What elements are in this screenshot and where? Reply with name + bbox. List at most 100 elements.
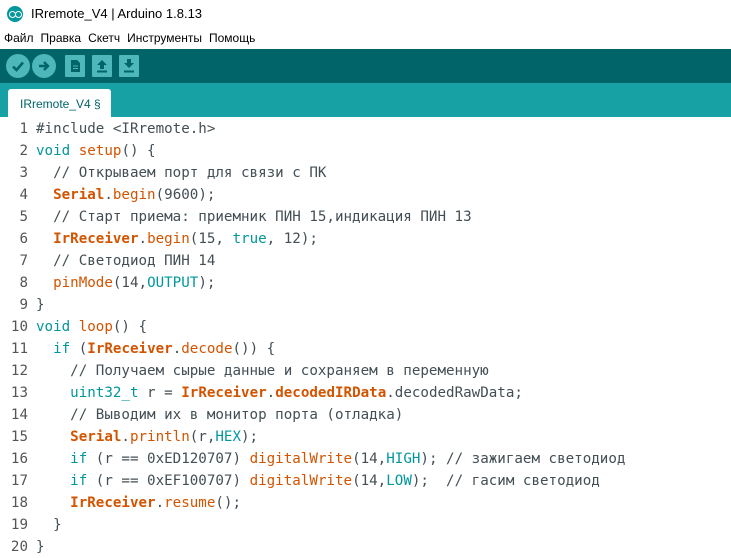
line-number: 10 bbox=[10, 319, 28, 335]
code-token: digitalWrite bbox=[249, 473, 353, 489]
menu-bar: Файл Правка Скетч Инструменты Помощь bbox=[0, 29, 731, 49]
tab-label: IRremote_V4 § bbox=[20, 97, 101, 111]
menu-tools[interactable]: Инструменты bbox=[123, 29, 205, 49]
line-number: 18 bbox=[10, 495, 28, 511]
code-token: println bbox=[129, 429, 190, 445]
code-token: ); bbox=[241, 429, 259, 445]
code-line[interactable]: 15 Serial.println(r,HEX); bbox=[0, 426, 731, 448]
code-text: } bbox=[36, 536, 45, 558]
code-token: IrReceiver bbox=[53, 231, 139, 247]
code-editor[interactable]: 1 #include <IRremote.h> 2 void setup() {3 /… bbox=[0, 117, 731, 557]
code-line[interactable]: 19 } bbox=[0, 514, 731, 536]
code-text: if (r == 0xEF100707) digitalWrite(14,LOW… bbox=[36, 470, 600, 492]
code-token: (r == 0xED120707) bbox=[87, 451, 250, 467]
open-button[interactable] bbox=[92, 55, 112, 77]
code-line[interactable]: 20} bbox=[0, 536, 731, 558]
code-line[interactable]: 17 if (r == 0xEF100707) digitalWrite(14,… bbox=[0, 470, 731, 492]
code-token: (9600); bbox=[155, 187, 216, 203]
code-token: Serial bbox=[53, 187, 105, 203]
line-number: 19 bbox=[10, 517, 28, 533]
save-button[interactable] bbox=[119, 55, 139, 77]
code-line[interactable]: 3 // Открываем порт для связи с ПК bbox=[0, 162, 731, 184]
line-number: 2 bbox=[19, 143, 28, 159]
code-line[interactable]: 4 Serial.begin(9600); bbox=[0, 184, 731, 206]
code-text: IrReceiver.begin(15, true, 12); bbox=[36, 228, 318, 250]
code-token: if bbox=[70, 451, 88, 467]
code-token: (14, bbox=[352, 451, 387, 467]
code-text: void setup() { bbox=[36, 140, 156, 162]
code-text: Serial.println(r,HEX); bbox=[36, 426, 258, 448]
code-token: r = bbox=[138, 385, 182, 401]
new-file-icon bbox=[71, 60, 80, 72]
code-line[interactable]: 12 // Получаем сырые данные и сохраняем … bbox=[0, 360, 731, 382]
code-line[interactable]: 10 void loop() { bbox=[0, 316, 731, 338]
code-line[interactable]: 14 // Выводим их в монитор порта (отладк… bbox=[0, 404, 731, 426]
line-number: 3 bbox=[19, 165, 28, 181]
line-number: 17 bbox=[10, 473, 28, 489]
title-bar: IRremote_V4 | Arduino 1.8.13 bbox=[0, 0, 731, 28]
verify-button[interactable] bbox=[6, 54, 30, 78]
line-number: 9 bbox=[19, 297, 28, 313]
code-line[interactable]: 8 pinMode(14,OUTPUT); bbox=[0, 272, 731, 294]
code-text: #include <IRremote.h> bbox=[36, 118, 215, 140]
code-token: () { bbox=[112, 319, 148, 335]
new-button[interactable] bbox=[65, 55, 85, 77]
code-token: // Выводим их в монитор порта (отладка) bbox=[36, 407, 404, 423]
code-line[interactable]: 2 void setup() { bbox=[0, 140, 731, 162]
upload-button[interactable] bbox=[32, 54, 56, 78]
code-text: uint32_t r = IrReceiver.decodedIRData.de… bbox=[36, 382, 523, 404]
menu-sketch[interactable]: Скетч bbox=[84, 29, 123, 49]
arduino-logo-icon bbox=[7, 6, 23, 22]
line-number: 15 bbox=[10, 429, 28, 445]
code-text: IrReceiver.resume(); bbox=[36, 492, 241, 514]
line-number: 1 bbox=[19, 121, 28, 137]
code-token: digitalWrite bbox=[249, 451, 353, 467]
code-text: Serial.begin(9600); bbox=[36, 184, 215, 206]
code-token: // Старт приема: приемник ПИН 15,индикац… bbox=[36, 209, 472, 225]
code-line[interactable]: 5 // Старт приема: приемник ПИН 15,индик… bbox=[0, 206, 731, 228]
code-token: ()) { bbox=[232, 341, 276, 357]
code-token: uint32_t bbox=[70, 385, 139, 401]
code-token: resume bbox=[164, 495, 216, 511]
code-line[interactable]: 7 // Светодиод ПИН 14 bbox=[0, 250, 731, 272]
code-line[interactable]: 13 uint32_t r = IrReceiver.decodedIRData… bbox=[0, 382, 731, 404]
check-icon bbox=[12, 61, 24, 72]
code-token: (); bbox=[215, 495, 242, 511]
code-line[interactable]: 18 IrReceiver.resume(); bbox=[0, 492, 731, 514]
code-line[interactable]: 9} bbox=[0, 294, 731, 316]
code-token: IrReceiver bbox=[87, 341, 173, 357]
code-token: void bbox=[36, 319, 71, 335]
code-token: HEX bbox=[215, 429, 242, 445]
code-token: } bbox=[36, 539, 45, 555]
code-token: . bbox=[155, 495, 165, 511]
code-token: HIGH bbox=[386, 451, 421, 467]
code-token: . bbox=[172, 341, 182, 357]
code-text: pinMode(14,OUTPUT); bbox=[36, 272, 215, 294]
code-line[interactable]: 11 if (IrReceiver.decode()) { bbox=[0, 338, 731, 360]
tab-irremote-v4[interactable]: IRremote_V4 § bbox=[8, 89, 111, 117]
code-line[interactable]: 1 #include <IRremote.h> bbox=[0, 118, 731, 140]
menu-edit[interactable]: Правка bbox=[37, 29, 85, 49]
code-text: // Выводим их в монитор порта (отладка) bbox=[36, 404, 403, 426]
code-text: // Светодиод ПИН 14 bbox=[36, 250, 215, 272]
code-token: (r == 0xEF100707) bbox=[87, 473, 250, 489]
menu-help[interactable]: Помощь bbox=[205, 29, 258, 49]
line-number: 13 bbox=[10, 385, 28, 401]
code-line[interactable]: 6 IrReceiver.begin(15, true, 12); bbox=[0, 228, 731, 250]
line-number: 16 bbox=[10, 451, 28, 467]
code-text: // Получаем сырые данные и сохраняем в п… bbox=[36, 360, 489, 382]
code-line[interactable]: 16 if (r == 0xED120707) digitalWrite(14,… bbox=[0, 448, 731, 470]
code-token: (r, bbox=[189, 429, 216, 445]
code-token: (14, bbox=[352, 473, 387, 489]
code-text: void loop() { bbox=[36, 316, 147, 338]
code-token: // Открываем порт для связи с ПК bbox=[36, 165, 327, 181]
code-token: LOW bbox=[386, 473, 412, 489]
menu-file[interactable]: Файл bbox=[0, 29, 37, 49]
code-token: loop bbox=[78, 319, 113, 335]
